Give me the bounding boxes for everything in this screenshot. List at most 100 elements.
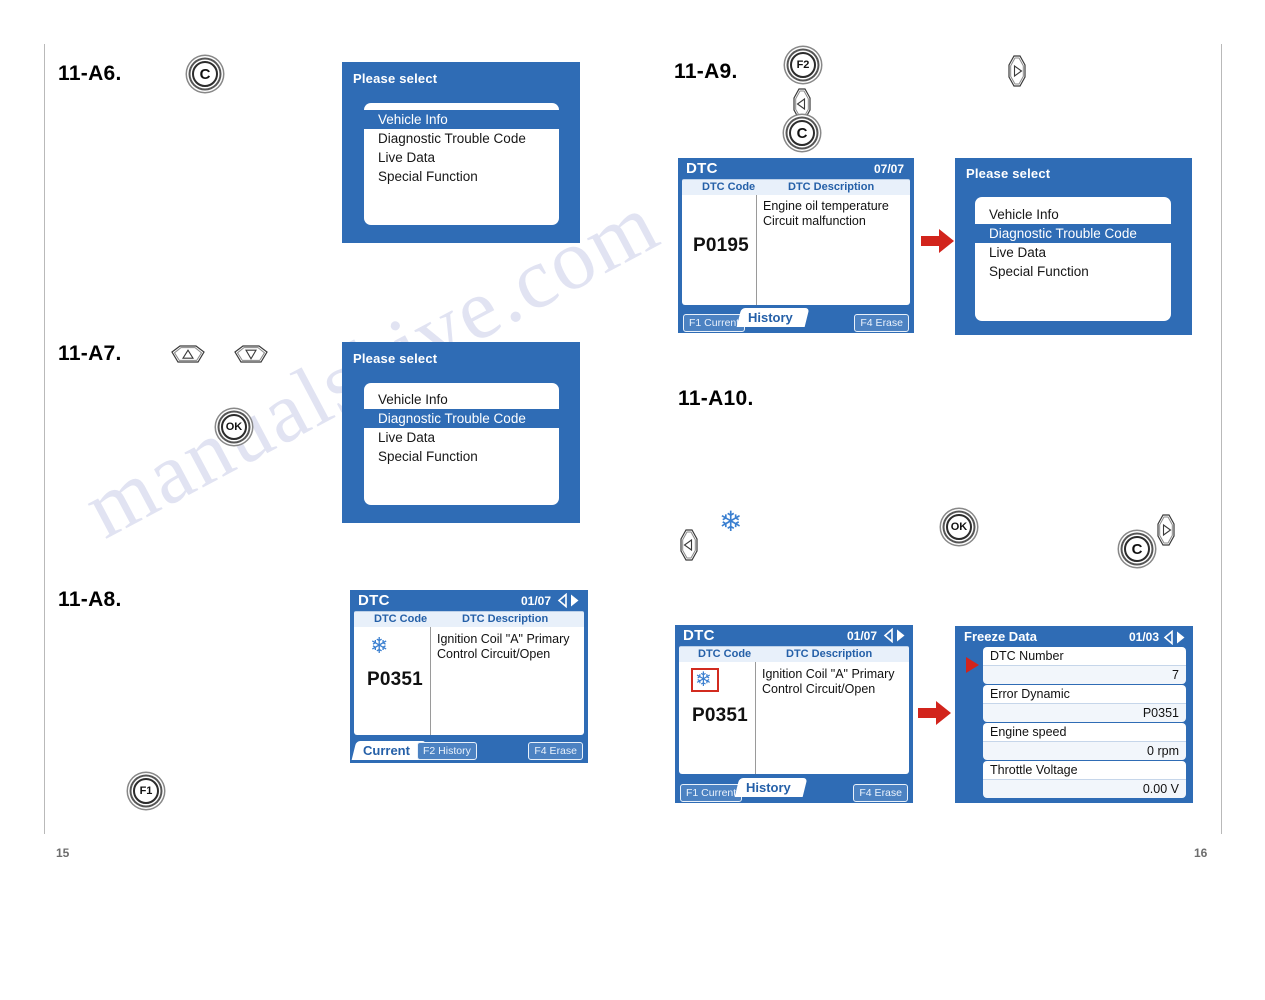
dtc-header-a8: DTC 01/07 xyxy=(350,590,588,611)
dtc-tab-current-label-a8: Current xyxy=(363,743,410,758)
freeze-value-throttle-voltage: 0.00 V xyxy=(983,779,1186,798)
left-margin-rule xyxy=(44,44,45,834)
freeze-row-cursor xyxy=(965,656,981,679)
right-arrow-key-icon-a10 xyxy=(1155,512,1177,548)
freeze-value-engine-speed: 0 rpm xyxy=(983,741,1186,760)
dtc-erase-button-a10[interactable]: F4 Erase xyxy=(853,784,908,802)
down-arrow-key-icon xyxy=(231,344,271,366)
left-arrow-key-icon-a9 xyxy=(791,86,813,122)
dtc-nav-arrows-a10[interactable] xyxy=(882,627,908,648)
snowflake-icon-a10: ❄ xyxy=(695,669,712,691)
step-label-a9: 11-A9. xyxy=(674,60,738,83)
menu-item-vehicle-info[interactable]: Vehicle Info xyxy=(364,110,559,129)
left-arrow-key-icon-a10 xyxy=(678,527,700,563)
step-label-a10: 11-A10. xyxy=(678,387,754,410)
dtc-tab-history-a8[interactable]: F2 History xyxy=(417,742,477,760)
menu-item-special-function[interactable]: Special Function xyxy=(364,167,559,186)
menu-item-live-data-a9[interactable]: Live Data xyxy=(975,243,1171,262)
page-number-left: 15 xyxy=(56,846,70,860)
watermark-text: manualshive.com xyxy=(68,0,1233,999)
dtc-tab-current-a9[interactable]: F1 Current xyxy=(683,314,746,332)
menu-screen-a9: Please select Vehicle Info Diagnostic Tr… xyxy=(955,158,1192,335)
dtc-col-code-a9: DTC Code xyxy=(702,181,756,193)
dtc-col-desc-a9: DTC Description xyxy=(788,181,875,193)
key-ok-a10[interactable]: OK xyxy=(946,514,972,540)
dtc-description-a9: Engine oil temperature Circuit malfuncti… xyxy=(763,199,889,228)
c-icon-a10: C xyxy=(1124,536,1150,562)
dtc-description-a10: Ignition Coil "A" Primary Control Circui… xyxy=(762,667,895,696)
dtc-tab-history-label-a9: History xyxy=(748,310,793,325)
dtc-header-a10: DTC 01/07 xyxy=(675,625,913,646)
menu-item-live-data-a7[interactable]: Live Data xyxy=(364,428,559,447)
menu-item-diagnostic-trouble-code-a9[interactable]: Diagnostic Trouble Code xyxy=(975,224,1171,243)
dtc-erase-button-a8[interactable]: F4 Erase xyxy=(528,742,583,760)
dtc-tab-history-label-a10: History xyxy=(746,780,791,795)
key-left-a9[interactable] xyxy=(791,86,813,122)
menu-list-a6: Vehicle Info Diagnostic Trouble Code Liv… xyxy=(364,103,559,225)
key-right-a10[interactable] xyxy=(1155,512,1177,548)
dtc-code-value-a10: P0351 xyxy=(692,705,748,726)
step-label-a8: 11-A8. xyxy=(58,588,122,611)
step-label-a7: 11-A7. xyxy=(58,342,122,365)
menu-title-a9: Please select xyxy=(966,166,1051,181)
dtc-tab-current-a8[interactable]: Current xyxy=(351,741,427,760)
key-ok-a7[interactable]: OK xyxy=(221,414,247,440)
menu-item-diagnostic-trouble-code[interactable]: Diagnostic Trouble Code xyxy=(364,129,559,148)
dtc-code-value-a8: P0351 xyxy=(367,669,423,690)
c-icon: C xyxy=(192,61,218,87)
key-down-a7[interactable] xyxy=(231,344,271,366)
dtc-erase-button-a9[interactable]: F4 Erase xyxy=(854,314,909,332)
dtc-col-desc-a8: DTC Description xyxy=(462,613,549,625)
page-number-right: 16 xyxy=(1194,846,1208,860)
right-arrow-key-icon-a9 xyxy=(1006,53,1028,89)
menu-item-live-data[interactable]: Live Data xyxy=(364,148,559,167)
freeze-row-error-dynamic[interactable]: Error Dynamic P0351 xyxy=(983,685,1186,722)
dtc-tab-history-a10[interactable]: History xyxy=(734,778,808,797)
dtc-title-a9: DTC xyxy=(686,160,718,177)
dtc-footer-a10: F1 Current History F4 Erase xyxy=(675,778,913,803)
freeze-row-engine-speed[interactable]: Engine speed 0 rpm xyxy=(983,723,1186,760)
dtc-description-a8: Ignition Coil "A" Primary Control Circui… xyxy=(437,632,570,661)
key-right-a9[interactable] xyxy=(1006,53,1028,89)
key-f1-a8[interactable]: F1 xyxy=(133,778,159,804)
menu-item-vehicle-info-a7[interactable]: Vehicle Info xyxy=(364,390,559,409)
key-left-a10[interactable] xyxy=(678,527,700,563)
snowflake-icon-a8: ❄ xyxy=(370,633,389,658)
dtc-column-divider-a9 xyxy=(756,195,757,305)
dtc-header-a9: DTC 07/07 xyxy=(678,158,914,179)
key-c-a10[interactable]: C xyxy=(1124,536,1150,562)
key-c-a9[interactable]: C xyxy=(789,120,815,146)
ok-icon: OK xyxy=(221,414,247,440)
freeze-value-error-dynamic: P0351 xyxy=(983,703,1186,722)
freeze-row-throttle-voltage[interactable]: Throttle Voltage 0.00 V xyxy=(983,761,1186,798)
freeze-title: Freeze Data xyxy=(964,629,1037,644)
flow-arrow-a9 xyxy=(921,228,955,259)
dtc-nav-arrows-a8[interactable] xyxy=(556,592,582,613)
dtc-col-code-a10: DTC Code xyxy=(698,648,752,660)
dtc-page-a10: 01/07 xyxy=(846,629,877,643)
key-f2-a9[interactable]: F2 xyxy=(790,52,816,78)
dtc-screen-a10: DTC 01/07 DTC Code DTC Description ❄ P03… xyxy=(675,625,913,803)
dtc-tab-current-a10[interactable]: F1 Current xyxy=(680,784,743,802)
freeze-label-engine-speed: Engine speed xyxy=(983,723,1186,741)
freeze-row-dtc-number[interactable]: DTC Number 7 xyxy=(983,647,1186,684)
f2-icon: F2 xyxy=(790,52,816,78)
menu-item-diagnostic-trouble-code-a7[interactable]: Diagnostic Trouble Code xyxy=(364,409,559,428)
menu-screen-a6: Please select Vehicle Info Diagnostic Tr… xyxy=(342,62,580,243)
dtc-screen-a9: DTC 07/07 DTC Code DTC Description P0195… xyxy=(678,158,914,333)
freeze-value-dtc-number: 7 xyxy=(983,665,1186,684)
manual-page: manualshive.com 15 16 11-A6. C Please se… xyxy=(0,0,1265,894)
key-c-a6[interactable]: C xyxy=(192,61,218,87)
dtc-title-a10: DTC xyxy=(683,627,715,644)
f1-icon: F1 xyxy=(133,778,159,804)
freeze-label-error-dynamic: Error Dynamic xyxy=(983,685,1186,703)
dtc-column-divider-a10 xyxy=(755,662,756,774)
dtc-tab-history-a9[interactable]: History xyxy=(736,308,810,327)
menu-list-a7: Vehicle Info Diagnostic Trouble Code Liv… xyxy=(364,383,559,505)
key-up-a7[interactable] xyxy=(168,344,208,366)
menu-item-special-function-a9[interactable]: Special Function xyxy=(975,262,1171,281)
menu-item-special-function-a7[interactable]: Special Function xyxy=(364,447,559,466)
freeze-label-throttle-voltage: Throttle Voltage xyxy=(983,761,1186,779)
menu-item-vehicle-info-a9[interactable]: Vehicle Info xyxy=(975,205,1171,224)
freeze-data-screen: Freeze Data 01/03 DTC Number 7 Error Dyn… xyxy=(955,626,1193,803)
